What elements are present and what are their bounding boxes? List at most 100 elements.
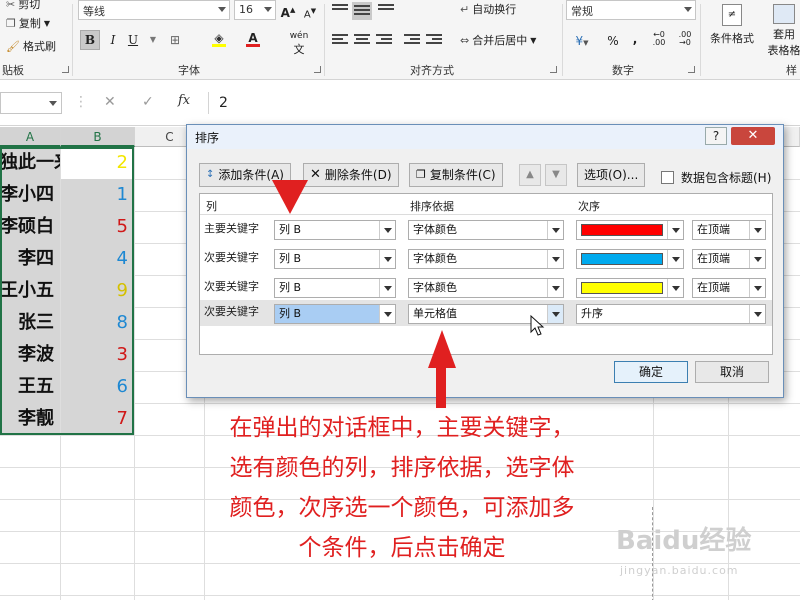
grow-font-button[interactable]: A▲	[279, 1, 297, 20]
enter-icon[interactable]: ✓	[142, 94, 154, 110]
align-top-icon[interactable]	[332, 4, 348, 18]
clipboard-group-label: 贴板	[2, 64, 24, 77]
paintbrush-icon: 🖌	[6, 39, 20, 53]
increase-decimal-icon[interactable]: ←0.00	[650, 31, 668, 49]
column-select[interactable]: 列 B	[274, 220, 396, 240]
instruction-line: 在弹出的对话框中，主要关键字，	[229, 415, 575, 441]
chevron-down-icon	[667, 250, 683, 268]
format-painter-button[interactable]: 🖌 格式刷	[6, 38, 56, 54]
chevron-down-icon	[379, 279, 395, 297]
chevron-down-icon	[49, 101, 57, 106]
color-select[interactable]	[576, 278, 684, 298]
column-header-b[interactable]: B	[61, 127, 135, 147]
help-button[interactable]: ?	[705, 127, 727, 145]
align-middle-icon[interactable]	[352, 2, 372, 20]
chevron-down-icon	[667, 221, 683, 239]
align-bottom-icon[interactable]	[378, 4, 394, 18]
ok-button[interactable]: 确定	[614, 361, 688, 383]
styles-group-label: 样式	[786, 64, 797, 77]
fill-color-icon[interactable]: ◈	[210, 29, 228, 47]
copy-condition-button[interactable]: ❐ 复制条件(C)	[409, 163, 503, 187]
color-swatch	[581, 224, 663, 236]
order-select[interactable]: 升序	[576, 304, 766, 324]
align-left-icon[interactable]	[332, 34, 348, 48]
comma-button[interactable]: ,	[626, 30, 644, 48]
wrap-text-icon: ↵	[460, 2, 470, 16]
decrease-decimal-icon[interactable]: .00 →0	[676, 31, 694, 49]
merge-icon: ⇔	[460, 33, 470, 47]
currency-button[interactable]: ¥▼	[570, 32, 594, 50]
secondary-key-label: 次要关键字	[204, 280, 259, 293]
increase-indent-icon[interactable]	[426, 34, 442, 48]
copy-button[interactable]: ❐ 复制 ▼	[6, 15, 50, 31]
format-as-table-button[interactable]: 套用 表格格	[760, 4, 800, 58]
clipboard-launcher-icon[interactable]	[62, 66, 69, 73]
shrink-font-button[interactable]: A▼	[301, 2, 319, 20]
table-icon	[773, 4, 795, 24]
border-icon[interactable]: ⊞	[166, 31, 184, 49]
underline-dropdown-icon[interactable]: ▼	[144, 31, 162, 49]
name-box[interactable]	[0, 92, 62, 114]
chevron-down-icon	[379, 221, 395, 239]
chevron-down-icon	[547, 221, 563, 239]
conditional-format-icon: ≠	[722, 4, 742, 26]
chevron-down-icon	[749, 305, 765, 323]
more-icon: ⋮	[74, 94, 88, 110]
decrease-indent-icon[interactable]	[404, 34, 420, 48]
delete-icon: ✕	[310, 167, 321, 182]
alignment-group-label: 对齐方式	[410, 64, 454, 77]
instruction-line: 个条件，后点击确定	[298, 535, 506, 561]
phonetic-button[interactable]: wén 文	[286, 27, 312, 55]
close-button[interactable]: ✕	[731, 127, 775, 145]
delete-condition-button[interactable]: ✕ 删除条件(D)	[303, 163, 399, 187]
color-select[interactable]	[576, 220, 684, 240]
cancel-icon[interactable]: ✕	[104, 94, 116, 110]
insert-function-icon[interactable]: fx	[178, 93, 190, 108]
color-swatch	[581, 253, 663, 265]
wrap-text-button[interactable]: ↵ 自动换行	[460, 1, 516, 17]
underline-button[interactable]: U	[124, 31, 142, 49]
formula-input[interactable]: 2	[208, 92, 800, 114]
italic-button[interactable]: I	[104, 31, 122, 49]
column-header-a[interactable]: A	[0, 127, 61, 147]
chevron-down-icon	[264, 7, 272, 12]
watermark: Baidu经验 jingyan.baidu.com	[616, 520, 796, 590]
position-select[interactable]: 在顶端	[692, 249, 766, 269]
chevron-down-icon	[547, 250, 563, 268]
sort-on-select[interactable]: 字体颜色	[408, 249, 564, 269]
sort-on-select[interactable]: 字体颜色	[408, 278, 564, 298]
color-select[interactable]	[576, 249, 684, 269]
column-select[interactable]: 列 B	[274, 278, 396, 298]
dialog-titlebar[interactable]: 排序 ? ✕	[187, 125, 783, 149]
options-button[interactable]: 选项(O)...	[577, 163, 646, 187]
align-right-icon[interactable]	[376, 34, 392, 48]
has-header-checkbox[interactable]	[661, 171, 674, 184]
cut-button[interactable]: ✂ 剪切	[6, 0, 40, 12]
conditional-format-button[interactable]: ≠ 条件格式	[706, 4, 758, 46]
move-down-button[interactable]: ▼	[545, 164, 567, 186]
column-select[interactable]: 列 B	[274, 304, 396, 324]
number-launcher-icon[interactable]	[688, 66, 695, 73]
percent-button[interactable]: %	[604, 32, 622, 50]
sort-on-select[interactable]: 单元格值	[408, 304, 564, 324]
font-color-icon[interactable]: A	[244, 29, 262, 47]
cancel-button[interactable]: 取消	[695, 361, 769, 383]
number-format-select[interactable]: 常规	[566, 0, 696, 20]
font-family-select[interactable]: 等线	[78, 0, 230, 20]
chevron-down-icon	[667, 279, 683, 297]
instruction-line: 选有颜色的列，排序依据，选字体	[229, 455, 575, 481]
sort-on-select[interactable]: 字体颜色	[408, 220, 564, 240]
position-select[interactable]: 在顶端	[692, 220, 766, 240]
alignment-launcher-icon[interactable]	[550, 66, 557, 73]
position-select[interactable]: 在顶端	[692, 278, 766, 298]
selection-range	[0, 147, 134, 435]
order-header-label: 次序	[578, 200, 600, 213]
font-launcher-icon[interactable]	[314, 66, 321, 73]
bold-button[interactable]: B	[80, 30, 100, 50]
move-up-button[interactable]: ▲	[519, 164, 541, 186]
column-select[interactable]: 列 B	[274, 249, 396, 269]
font-size-select[interactable]: 16	[234, 0, 276, 20]
merge-center-button[interactable]: ⇔ 合并后居中 ▼	[460, 32, 536, 48]
align-center-icon[interactable]	[354, 34, 370, 48]
add-condition-button[interactable]: ↕ 添加条件(A)	[199, 163, 291, 187]
